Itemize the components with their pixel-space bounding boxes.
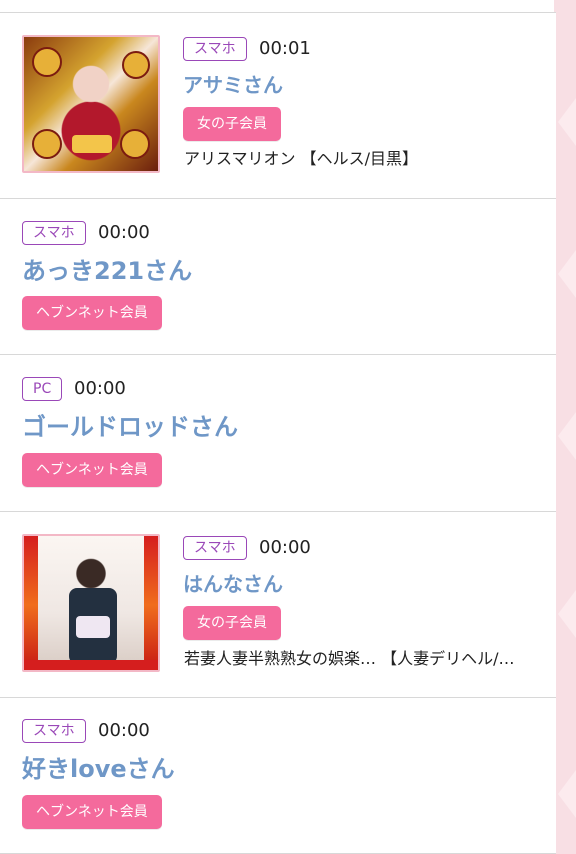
list-item[interactable]: PC 00:00 ゴールドロッドさん ヘブンネット会員 <box>0 355 556 512</box>
access-time: 00:00 <box>98 222 150 243</box>
visitor-name[interactable]: 好きloveさん <box>22 753 175 785</box>
member-type-button[interactable]: ヘブンネット会員 <box>22 453 162 487</box>
access-time: 00:00 <box>74 378 126 399</box>
member-type-button[interactable]: 女の子会員 <box>183 107 281 141</box>
visitor-name[interactable]: アサミさん <box>183 69 283 101</box>
visitor-name[interactable]: あっき221さん <box>22 255 192 287</box>
access-time: 00:00 <box>259 537 311 558</box>
device-badge: スマホ <box>22 221 86 245</box>
device-badge: スマホ <box>183 37 247 61</box>
member-type-button[interactable]: ヘブンネット会員 <box>22 795 162 829</box>
list-item[interactable]: スマホ 00:00 あっき221さん ヘブンネット会員 <box>0 199 556 355</box>
access-time: 00:00 <box>98 720 150 741</box>
girl-photo-thumbnail[interactable] <box>22 35 160 173</box>
visitor-name[interactable]: はんなさん <box>183 568 283 600</box>
access-history-page: スマホ 00:01 アサミさん 女の子会員 アリスマリオン 【ヘルス/目黒】 ス… <box>0 0 576 854</box>
member-type-button[interactable]: 女の子会員 <box>183 606 281 640</box>
access-time: 00:01 <box>259 38 311 59</box>
girl-photo-thumbnail[interactable] <box>22 534 160 672</box>
device-badge: PC <box>22 377 63 401</box>
shop-info[interactable]: 若妻人妻半熟熟女の娯楽… 【人妻デリヘル/… <box>184 648 550 670</box>
member-type-button[interactable]: ヘブンネット会員 <box>22 296 162 330</box>
device-badge: スマホ <box>183 536 247 560</box>
list-item[interactable]: スマホ 00:01 アサミさん 女の子会員 アリスマリオン 【ヘルス/目黒】 <box>0 13 556 199</box>
shop-info[interactable]: アリスマリオン 【ヘルス/目黒】 <box>184 148 544 170</box>
device-badge: スマホ <box>22 719 86 743</box>
visitor-name[interactable]: ゴールドロッドさん <box>22 411 238 443</box>
side-decoration <box>554 0 576 854</box>
list-item[interactable]: スマホ 00:00 好きloveさん ヘブンネット会員 <box>0 698 556 854</box>
list-item[interactable]: スマホ 00:00 はんなさん 女の子会員 若妻人妻半熟熟女の娯楽… 【人妻デリ… <box>0 512 556 698</box>
